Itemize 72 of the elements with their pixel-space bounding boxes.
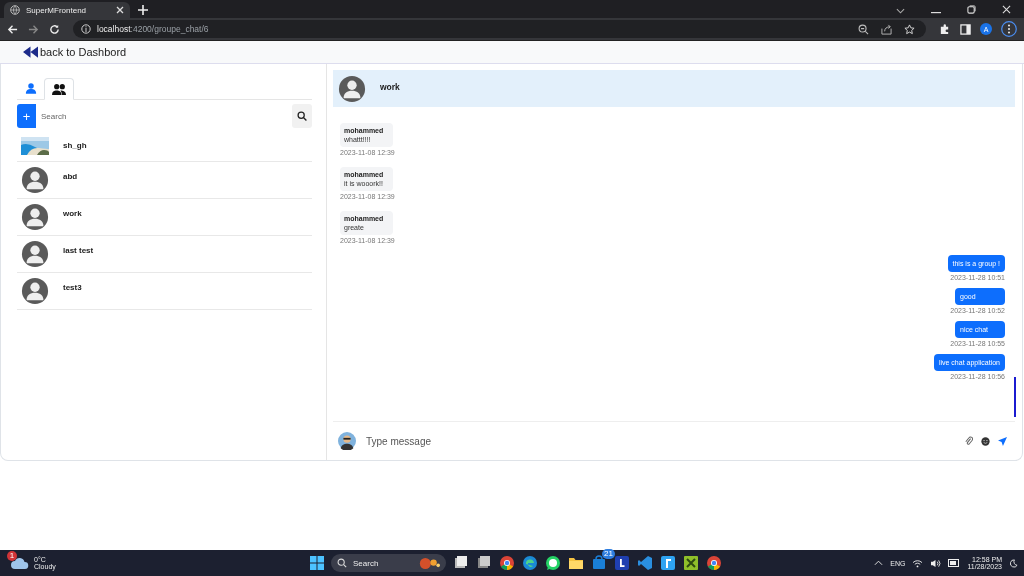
info-icon [81, 24, 91, 34]
avatar-icon [21, 240, 49, 268]
contact-item[interactable]: sh_gh [17, 136, 312, 162]
chrome-icon[interactable] [706, 555, 722, 571]
search-icon [337, 558, 347, 568]
avatar-icon [338, 74, 366, 103]
groups-tab[interactable] [44, 78, 74, 100]
start-icon[interactable] [310, 556, 324, 570]
battery-icon[interactable] [948, 559, 961, 567]
search-button[interactable] [292, 104, 312, 128]
puzzle-icon[interactable] [939, 23, 950, 35]
contact-item[interactable]: work [17, 199, 312, 236]
square-app-icon[interactable] [660, 555, 676, 571]
avatar-icon [21, 166, 49, 194]
speaker-icon[interactable] [930, 558, 942, 568]
edge-icon[interactable] [522, 555, 538, 571]
avatar-icon [21, 277, 49, 305]
tab-title: SuperMFrontend [26, 5, 87, 15]
smiley-icon[interactable] [981, 436, 990, 446]
address-field[interactable]: localhost:4200/groupe_chat/6 [73, 20, 926, 38]
globe-icon [10, 5, 20, 15]
forward-arrow-icon[interactable] [28, 23, 39, 35]
avatar-icon [21, 203, 49, 231]
send-icon[interactable] [998, 436, 1007, 446]
double-arrow-left-icon [23, 46, 38, 58]
window-stack-icon[interactable] [453, 555, 469, 571]
chrome-icon[interactable] [499, 555, 515, 571]
url-text: localhost:4200/groupe_chat/6 [97, 24, 209, 34]
close-icon[interactable] [1002, 5, 1011, 14]
star-icon[interactable] [904, 23, 915, 35]
contact-item[interactable]: abd [17, 162, 312, 199]
browser-tab[interactable]: SuperMFrontend [4, 2, 130, 18]
people-icon [51, 82, 67, 96]
planets-icon [418, 556, 440, 570]
paperclip-icon[interactable] [965, 436, 973, 446]
contact-name: test3 [63, 283, 82, 292]
cloud-icon [10, 556, 30, 570]
contact-name: abd [63, 172, 78, 181]
folder-icon[interactable] [568, 555, 584, 571]
moon-icon[interactable] [1009, 558, 1018, 568]
reload-icon[interactable] [49, 23, 60, 35]
taskbar-search[interactable]: Search [331, 554, 446, 572]
add-button[interactable]: + [17, 104, 36, 128]
zoom-out-icon[interactable] [858, 23, 869, 35]
count-badge: 21 [602, 549, 615, 559]
share-icon[interactable] [881, 23, 892, 35]
new-tab-icon[interactable] [138, 5, 148, 15]
contact-item[interactable]: last test [17, 236, 312, 273]
back-link[interactable]: back to Dashbord [23, 46, 127, 58]
code-editor-icon[interactable] [637, 555, 653, 571]
square-app-icon[interactable] [614, 555, 630, 571]
contact-name: last test [63, 246, 94, 255]
side-panel-icon[interactable] [960, 23, 971, 35]
contact-item[interactable]: test3 [17, 273, 312, 310]
square-app-icon[interactable] [683, 555, 699, 571]
window-stack-icon[interactable] [476, 555, 492, 571]
avatar-icon [338, 432, 356, 450]
chevron-up-icon[interactable] [874, 560, 884, 566]
close-icon[interactable] [116, 6, 124, 14]
person-icon [24, 82, 37, 95]
contact-name: work [63, 209, 82, 218]
restore-icon[interactable] [967, 5, 976, 14]
contact-name: sh_gh [63, 141, 87, 150]
menu-icon[interactable] [1001, 21, 1017, 37]
alert-badge: 1 [7, 551, 17, 561]
back-arrow-icon[interactable] [7, 23, 18, 35]
wifi-icon[interactable] [912, 558, 924, 568]
chat-bubble-icon[interactable] [545, 555, 561, 571]
search-icon [297, 111, 307, 121]
minimize-icon[interactable] [931, 12, 941, 14]
chevron-down-icon[interactable] [896, 8, 905, 14]
chat-title: work [380, 81, 400, 92]
